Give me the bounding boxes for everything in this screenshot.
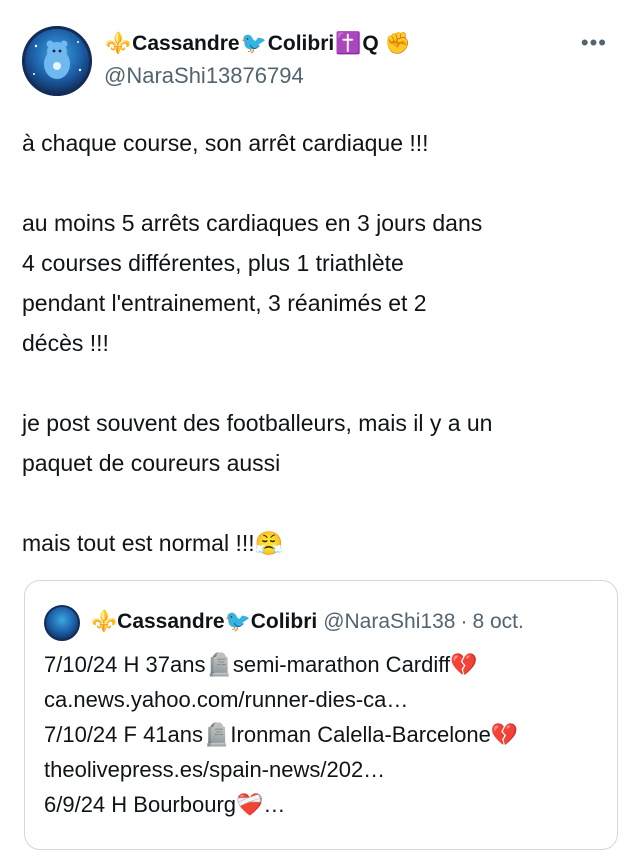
tweet-line: au moins 5 arrêts cardiaques en 3 jours … [22, 210, 483, 236]
quote-date[interactable]: 8 oct. [472, 610, 523, 634]
author-name-part: Q [362, 32, 379, 55]
bird-icon: 🐦 [240, 32, 267, 55]
author-handle[interactable]: @NaraShi13876794 [104, 63, 304, 89]
tweet-line: mais tout est normal !!!😤 [22, 530, 284, 556]
author-avatar[interactable] [22, 26, 92, 96]
raised-fist-icon: ✊ [384, 32, 411, 55]
tweet-line: je post souvent des footballeurs, mais i… [22, 410, 493, 436]
quote-header: ⚜️ Cassandre 🐦 Colibri @NaraShi138 · 8 o… [91, 608, 601, 636]
quote-link[interactable]: theolivepress.es/spain-news/202… [44, 752, 604, 787]
quote-line: 6/9/24 H Bourbourg❤️‍🩹… [44, 792, 286, 817]
quote-line: 7/10/24 F 41ans🪦Ironman Calella-Barcelon… [44, 722, 519, 747]
avatar-ring [22, 26, 92, 96]
tweet-line: pendant l'entrainement, 3 réanimés et 2 [22, 290, 427, 316]
more-horizontal-icon[interactable]: ••• [581, 30, 607, 56]
quote-author-avatar[interactable] [44, 605, 80, 641]
fleur-de-lis-icon: ⚜️ [105, 32, 132, 55]
tweet-line: paquet de coureurs aussi [22, 450, 281, 476]
quote-body: 7/10/24 H 37ans🪦semi-marathon Cardiff💔 c… [44, 647, 604, 822]
quote-link[interactable]: ca.news.yahoo.com/runner-dies-ca… [44, 682, 604, 717]
quote-author-handle[interactable]: @NaraShi138 [323, 610, 455, 634]
tweet-line: à chaque course, son arrêt cardiaque !!! [22, 130, 429, 156]
quote-line: 7/10/24 H 37ans🪦semi-marathon Cardiff💔 [44, 652, 478, 677]
quote-separator: · [460, 610, 468, 633]
fleur-de-lis-icon: ⚜️ [91, 610, 118, 633]
bird-icon: 🐦 [224, 610, 251, 633]
tweet-line: 4 courses différentes, plus 1 triathlète [22, 250, 404, 276]
author-name-part: Colibri [267, 32, 335, 55]
quoted-tweet-card[interactable]: ⚜️ Cassandre 🐦 Colibri @NaraShi138 · 8 o… [24, 580, 618, 850]
author-display-name[interactable]: ⚜️ Cassandre 🐦 Colibri ✝️ Q ✊ [104, 30, 412, 58]
quote-name-part: Colibri [250, 610, 318, 633]
quote-name-part: Cassandre [117, 610, 225, 633]
tweet-line: décès !!! [22, 330, 109, 356]
author-name-part: Cassandre [132, 32, 240, 55]
tweet-text: à chaque course, son arrêt cardiaque !!!… [22, 123, 622, 563]
cross-icon: ✝️ [335, 32, 362, 55]
